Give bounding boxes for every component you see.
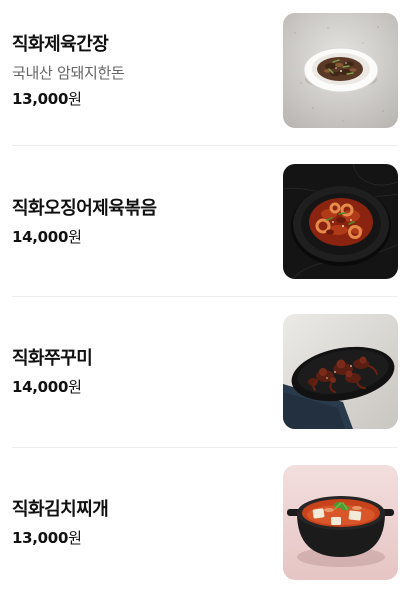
- menu-item-name: 직화쭈꾸미: [12, 347, 93, 369]
- menu-item-name: 직화제육간장: [12, 33, 109, 55]
- divider: [12, 447, 398, 448]
- price-currency: 원: [68, 227, 82, 246]
- price-amount: 14,000: [12, 377, 69, 396]
- divider: [12, 296, 398, 297]
- menu-item-description: 국내산 암돼지한돈: [12, 63, 125, 82]
- menu-item-name: 직화김치찌개: [12, 498, 109, 520]
- price-amount: 13,000: [12, 528, 69, 547]
- menu-item-squid-jeyuk[interactable]: 직화오징어제육볶음 14,000원: [12, 164, 398, 279]
- menu-item-jeyuk-ganjang[interactable]: 직화제육간장 국내산 암돼지한돈 13,000원: [12, 13, 398, 128]
- price-currency: 원: [68, 89, 82, 108]
- kimchi-stew-pot-image: [283, 465, 398, 580]
- menu-item-info: 직화김치찌개 13,000원: [12, 465, 272, 580]
- menu-list: 직화제육간장 국내산 암돼지한돈 13,000원 직화오징어제육볶음 14,00…: [0, 0, 408, 592]
- menu-item-jjukkumi[interactable]: 직화쭈꾸미 14,000원: [12, 314, 398, 429]
- menu-item-image[interactable]: [283, 13, 398, 128]
- price-currency: 원: [68, 528, 82, 547]
- divider: [12, 145, 398, 146]
- menu-item-info: 직화오징어제육볶음 14,000원: [12, 164, 272, 279]
- menu-item-info: 직화제육간장 국내산 암돼지한돈 13,000원: [12, 13, 272, 128]
- menu-item-price: 13,000원: [12, 528, 272, 548]
- menu-item-image[interactable]: [283, 465, 398, 580]
- menu-item-name: 직화오징어제육볶음: [12, 197, 157, 219]
- spicy-webfoot-octopus-plate-image: [283, 314, 398, 429]
- price-amount: 13,000: [12, 89, 69, 108]
- price-currency: 원: [68, 377, 82, 396]
- menu-item-price: 13,000원: [12, 89, 272, 109]
- menu-item-kimchi-jjigae[interactable]: 직화김치찌개 13,000원: [12, 465, 398, 580]
- menu-item-info: 직화쭈꾸미 14,000원: [12, 314, 272, 429]
- price-amount: 14,000: [12, 227, 69, 246]
- menu-item-price: 14,000원: [12, 377, 272, 397]
- menu-item-price: 14,000원: [12, 227, 272, 247]
- stir-fried-pork-bowl-image: [283, 13, 398, 128]
- spicy-squid-pork-plate-image: [283, 164, 398, 279]
- menu-item-image[interactable]: [283, 314, 398, 429]
- menu-item-image[interactable]: [283, 164, 398, 279]
